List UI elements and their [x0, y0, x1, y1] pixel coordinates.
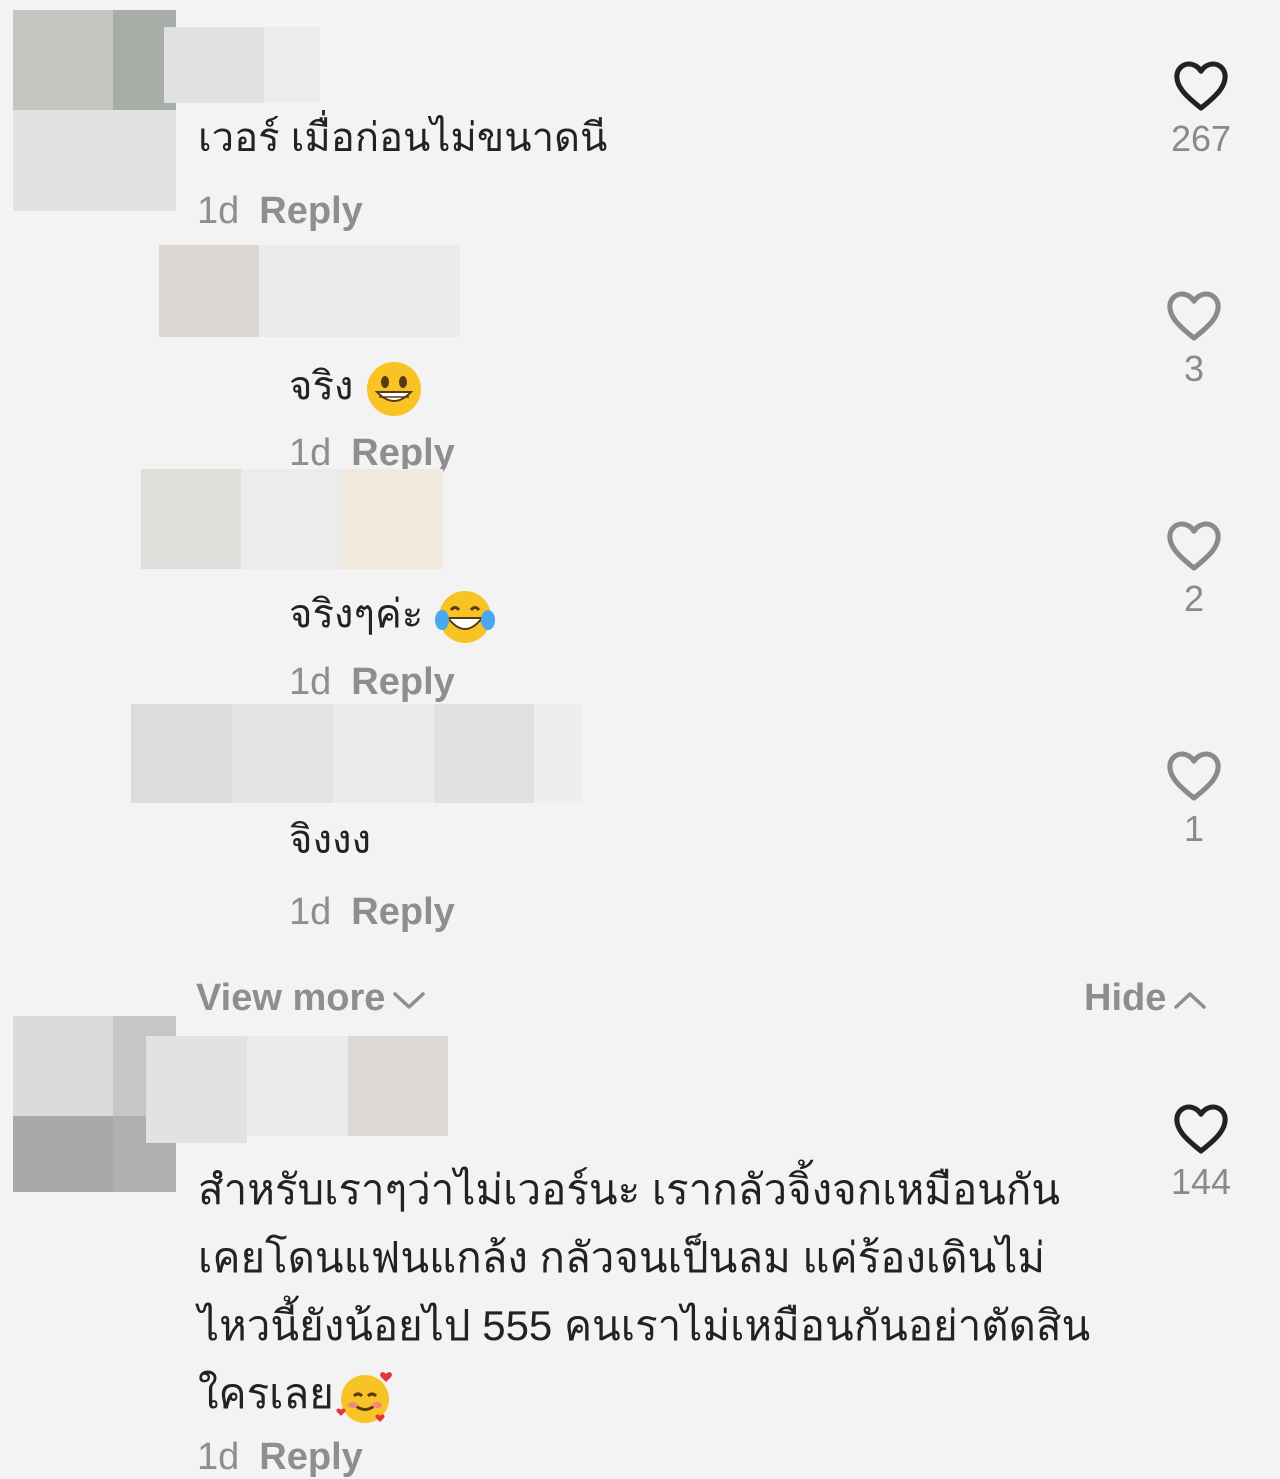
like-count: 3 [1183, 348, 1205, 389]
like-button[interactable]: 267 [1161, 58, 1241, 160]
like-button[interactable]: 3 [1154, 288, 1234, 390]
hide-button[interactable]: Hide [1084, 977, 1208, 1020]
heart-icon [1167, 291, 1221, 341]
like-count: 1 [1183, 808, 1205, 849]
reply-button[interactable]: Reply [351, 891, 454, 933]
like-button[interactable]: 2 [1154, 518, 1234, 620]
like-count: 2 [1183, 578, 1205, 619]
comment-text-content: สำหรับเราๆว่าไม่เวอร์นะ เรากลัวจิ้งจกเหม… [198, 1166, 1091, 1417]
comment-meta: 1d Reply [289, 891, 455, 934]
chevron-down-icon [393, 992, 426, 1009]
smiling-face-with-hearts-icon [336, 1372, 392, 1423]
hide-label: Hide [1084, 977, 1167, 1019]
reply-button[interactable]: Reply [259, 190, 362, 232]
comment-text-content: จริงๆค่ะ [289, 592, 424, 637]
timestamp: 1d [289, 661, 332, 703]
comment-text: สำหรับเราๆว่าไม่เวอร์นะ เรากลัวจิ้งจกเหม… [198, 1156, 1098, 1428]
timestamp: 1d [197, 190, 240, 232]
grinning-face-icon [366, 362, 421, 416]
reply-button[interactable]: Reply [259, 1436, 362, 1478]
view-more-label: View more [196, 977, 386, 1019]
comment-meta: 1d Reply [197, 190, 363, 233]
comment-meta: 1d Reply [289, 661, 455, 704]
like-button[interactable]: 1 [1154, 748, 1234, 850]
heart-icon [1167, 521, 1221, 571]
comment-text: จริงๆค่ะ [289, 588, 496, 646]
comment-text: จิงงง [289, 818, 372, 862]
view-more-button[interactable]: View more [196, 977, 427, 1020]
like-count: 144 [1170, 1161, 1232, 1202]
timestamp: 1d [289, 891, 332, 933]
heart-icon [1174, 1104, 1228, 1154]
timestamp: 1d [289, 432, 332, 474]
comment-text: เวอร์ เมื่อก่อนไม่ขนาดนี [198, 116, 608, 160]
heart-icon [1167, 751, 1221, 801]
like-button[interactable]: 144 [1161, 1101, 1241, 1203]
face-with-tears-of-joy-icon [435, 591, 496, 643]
reply-button[interactable]: Reply [351, 661, 454, 703]
heart-icon [1174, 61, 1228, 111]
timestamp: 1d [197, 1436, 240, 1478]
chevron-up-icon [1174, 992, 1207, 1009]
comment-meta: 1d Reply [197, 1436, 363, 1479]
like-count: 267 [1170, 118, 1232, 159]
comment-text-content: จริง [289, 364, 354, 409]
comment-text: จริง [289, 360, 423, 418]
reply-button[interactable]: Reply [351, 432, 454, 474]
